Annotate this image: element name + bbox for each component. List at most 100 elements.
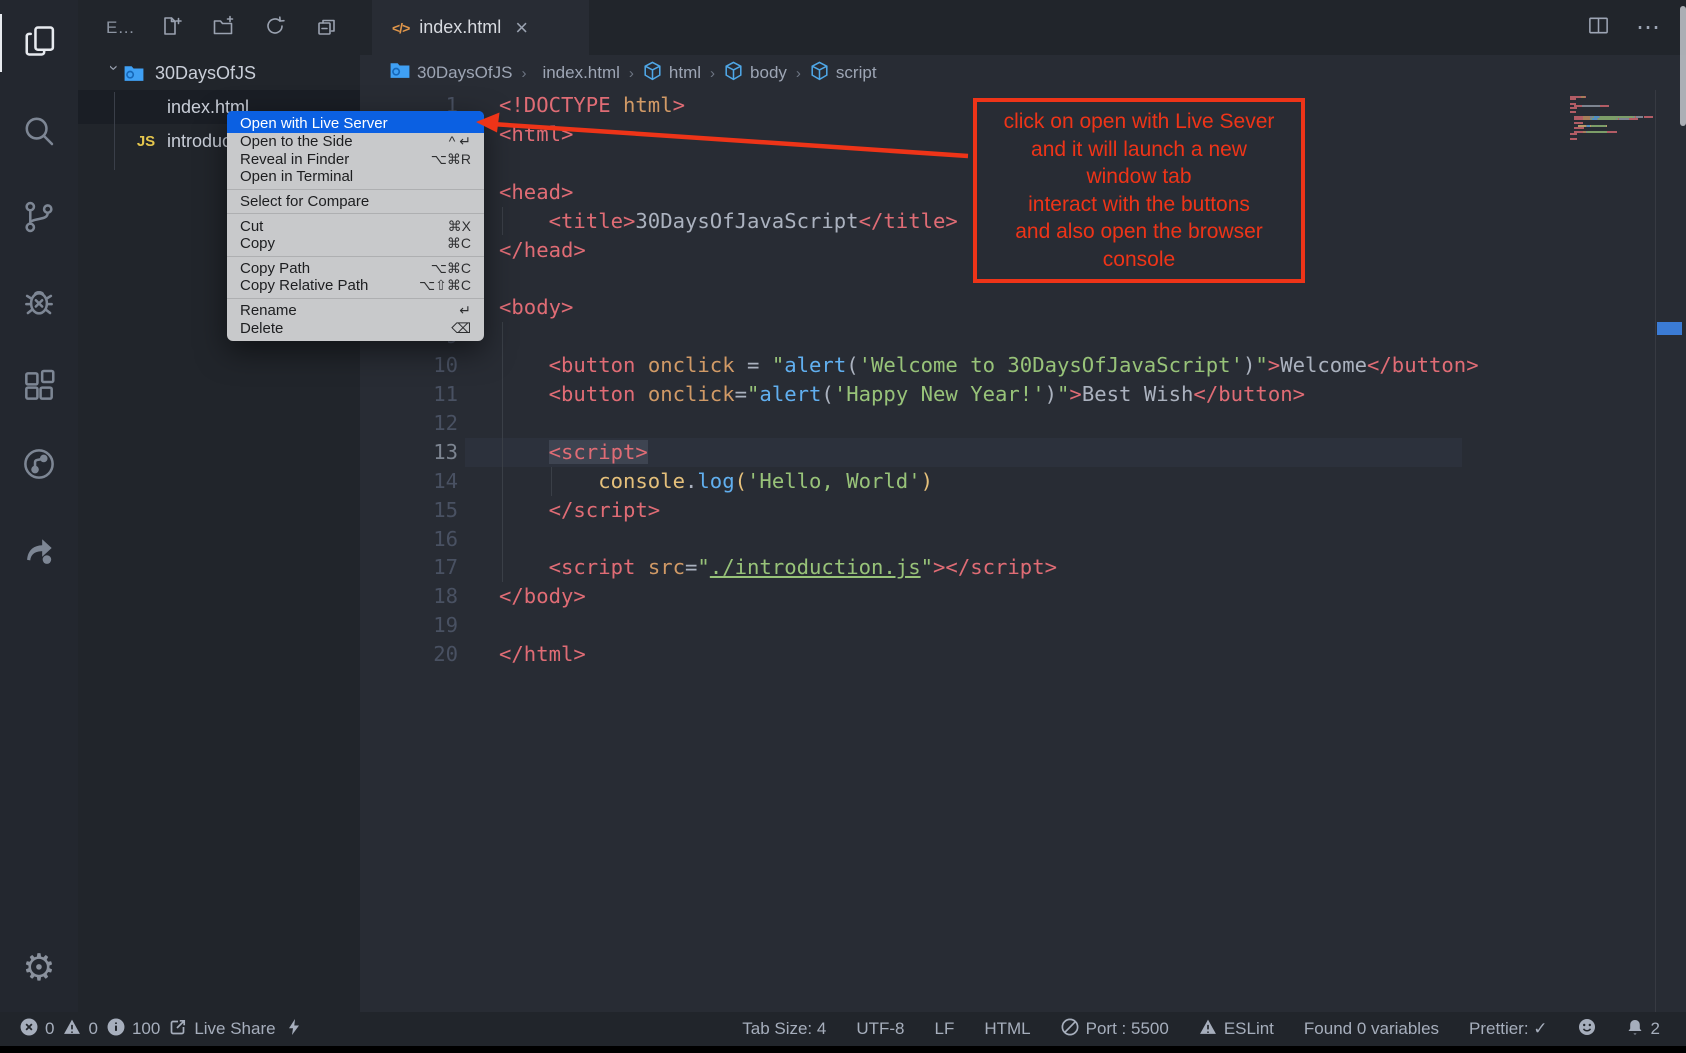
annotation-line: and it will launch a new bbox=[1031, 136, 1247, 164]
code-token: ( bbox=[846, 353, 858, 377]
code-token: = bbox=[735, 382, 747, 406]
menu-item-label: Open to the Side bbox=[240, 133, 353, 150]
folder-row-30daysofjs[interactable]: › 30DaysOfJS bbox=[78, 56, 360, 90]
status-label: 2 bbox=[1651, 1019, 1660, 1039]
status-label: Live Share bbox=[194, 1019, 275, 1039]
menu-item-open-to-the-side[interactable]: Open to the Side^ ↵ bbox=[227, 133, 484, 151]
status-label: Found 0 variables bbox=[1304, 1019, 1439, 1039]
status-found-0-variables[interactable]: Found 0 variables bbox=[1304, 1019, 1439, 1039]
code-token: = bbox=[685, 555, 697, 579]
minimap-line bbox=[1644, 116, 1653, 118]
status-0[interactable]: 0 bbox=[63, 1018, 97, 1041]
breadcrumb-separator: › bbox=[629, 65, 634, 82]
status-label: HTML bbox=[984, 1019, 1030, 1039]
breadcrumb-item-30DaysOfJS[interactable]: 30DaysOfJS bbox=[390, 62, 512, 84]
source-control-icon bbox=[20, 198, 58, 241]
status-eslint[interactable]: ESLint bbox=[1199, 1018, 1274, 1041]
port-icon bbox=[1061, 1018, 1079, 1041]
status-port-5500[interactable]: Port : 5500 bbox=[1061, 1018, 1169, 1041]
code-line-14: console.log('Hello, World') bbox=[499, 467, 933, 496]
menu-item-select-for-compare[interactable]: Select for Compare bbox=[227, 193, 484, 211]
minimap-line bbox=[1574, 118, 1582, 120]
line-number: 10 bbox=[400, 351, 458, 380]
editor-scrollbar[interactable] bbox=[1680, 6, 1686, 126]
tab-index-html[interactable]: </> index.html × bbox=[372, 0, 589, 55]
refresh-icon[interactable] bbox=[263, 14, 287, 43]
code-token: </button> bbox=[1367, 353, 1479, 377]
activity-bar-item-gitlens[interactable] bbox=[0, 437, 78, 495]
menu-item-copy-relative-path[interactable]: Copy Relative Path ⌥⇧⌘C bbox=[227, 277, 484, 295]
status-html[interactable]: HTML bbox=[984, 1019, 1030, 1039]
status-utf-8[interactable]: UTF-8 bbox=[856, 1019, 904, 1039]
status-tab-size-4[interactable]: Tab Size: 4 bbox=[742, 1019, 826, 1039]
collapse-all-icon[interactable] bbox=[315, 14, 339, 43]
minimap-line bbox=[1570, 98, 1576, 100]
activity-bar-item-run-and-debug[interactable] bbox=[0, 274, 78, 332]
smiley-icon bbox=[1578, 1018, 1596, 1041]
menu-item-cut[interactable]: Cut⌘X bbox=[227, 217, 484, 235]
menu-item-reveal-in-finder[interactable]: Reveal in Finder⌥⌘R bbox=[227, 151, 484, 169]
breadcrumb-item-html[interactable]: html bbox=[643, 61, 701, 86]
status-2[interactable]: 2 bbox=[1626, 1018, 1660, 1041]
code-token: 'Happy New Year!' bbox=[834, 382, 1045, 406]
menu-item-copy[interactable]: Copy⌘C bbox=[227, 235, 484, 253]
menu-item-open-with-live-server[interactable]: Open with Live Server bbox=[227, 111, 484, 133]
chevron-down-icon: › bbox=[104, 65, 124, 81]
breadcrumb-item-script[interactable]: script bbox=[810, 61, 877, 86]
code-token: ) bbox=[1243, 353, 1255, 377]
minimap-boundary bbox=[1655, 90, 1656, 1012]
new-file-icon[interactable] bbox=[159, 14, 183, 43]
live-share-icon bbox=[20, 529, 58, 572]
minimap-line bbox=[1574, 127, 1583, 129]
menu-separator bbox=[227, 213, 484, 214]
code-token bbox=[499, 498, 549, 522]
menu-item-shortcut: ⌥⇧⌘C bbox=[419, 277, 471, 294]
status-0[interactable]: 0 bbox=[20, 1018, 54, 1041]
status-bolt-icon[interactable] bbox=[285, 1018, 303, 1041]
menu-item-rename[interactable]: Rename↵ bbox=[227, 302, 484, 320]
status-prettier-✓[interactable]: Prettier: ✓ bbox=[1469, 1019, 1547, 1039]
minimap-line bbox=[1629, 118, 1638, 120]
status-100[interactable]: 100 bbox=[107, 1018, 160, 1041]
code-line-13: <script> bbox=[499, 438, 648, 467]
annotation-line: console bbox=[1103, 246, 1175, 274]
status-live-share[interactable]: Live Share bbox=[169, 1018, 275, 1041]
menu-item-open-in-terminal[interactable]: Open in Terminal bbox=[227, 168, 484, 186]
status-label: 100 bbox=[132, 1019, 160, 1039]
menu-item-delete[interactable]: Delete⌫ bbox=[227, 319, 484, 337]
activity-bar-item-search[interactable] bbox=[0, 104, 78, 162]
close-icon[interactable]: × bbox=[515, 15, 528, 41]
activity-bar-item-live-share[interactable] bbox=[0, 521, 78, 579]
breadcrumb-item-index.html[interactable]: index.html bbox=[535, 63, 619, 83]
status-lf[interactable]: LF bbox=[935, 1019, 955, 1039]
activity-bar-item-manage[interactable]: ⚙ bbox=[0, 938, 78, 996]
debug-icon bbox=[20, 282, 58, 325]
menu-item-copy-path[interactable]: Copy Path⌥⌘C bbox=[227, 260, 484, 278]
more-actions-icon[interactable]: ⋯ bbox=[1636, 13, 1662, 42]
minimap-line bbox=[1588, 131, 1606, 133]
new-folder-icon[interactable] bbox=[211, 14, 235, 43]
gear-icon: ⚙ bbox=[22, 946, 55, 989]
bell-icon bbox=[1626, 1018, 1644, 1041]
code-token bbox=[499, 353, 549, 377]
activity-bar-item-extensions[interactable] bbox=[0, 359, 78, 417]
code-token bbox=[499, 440, 549, 464]
code-line-1: <!DOCTYPE html> bbox=[499, 91, 685, 120]
menu-separator bbox=[227, 189, 484, 190]
code-token: alert bbox=[759, 382, 821, 406]
breadcrumb-item-body[interactable]: body bbox=[724, 61, 787, 86]
status-smiley-icon[interactable] bbox=[1578, 1018, 1596, 1041]
annotation-line: and also open the browser bbox=[1015, 218, 1263, 246]
line-number: 12 bbox=[400, 409, 458, 438]
menu-item-label: Copy Relative Path bbox=[240, 277, 368, 294]
breadcrumb-separator: › bbox=[521, 65, 526, 82]
code-token: <!DOCTYPE bbox=[499, 93, 623, 117]
activity-bar-item-source-control[interactable] bbox=[0, 190, 78, 248]
menu-item-label: Copy bbox=[240, 235, 275, 252]
split-editor-icon[interactable] bbox=[1587, 14, 1610, 42]
code-token: " bbox=[772, 353, 784, 377]
code-token: 30DaysOfJavaScript bbox=[635, 209, 858, 233]
minimap[interactable] bbox=[1570, 96, 1656, 146]
activity-bar-item-explorer[interactable] bbox=[0, 14, 80, 72]
status-label: 0 bbox=[88, 1019, 97, 1039]
